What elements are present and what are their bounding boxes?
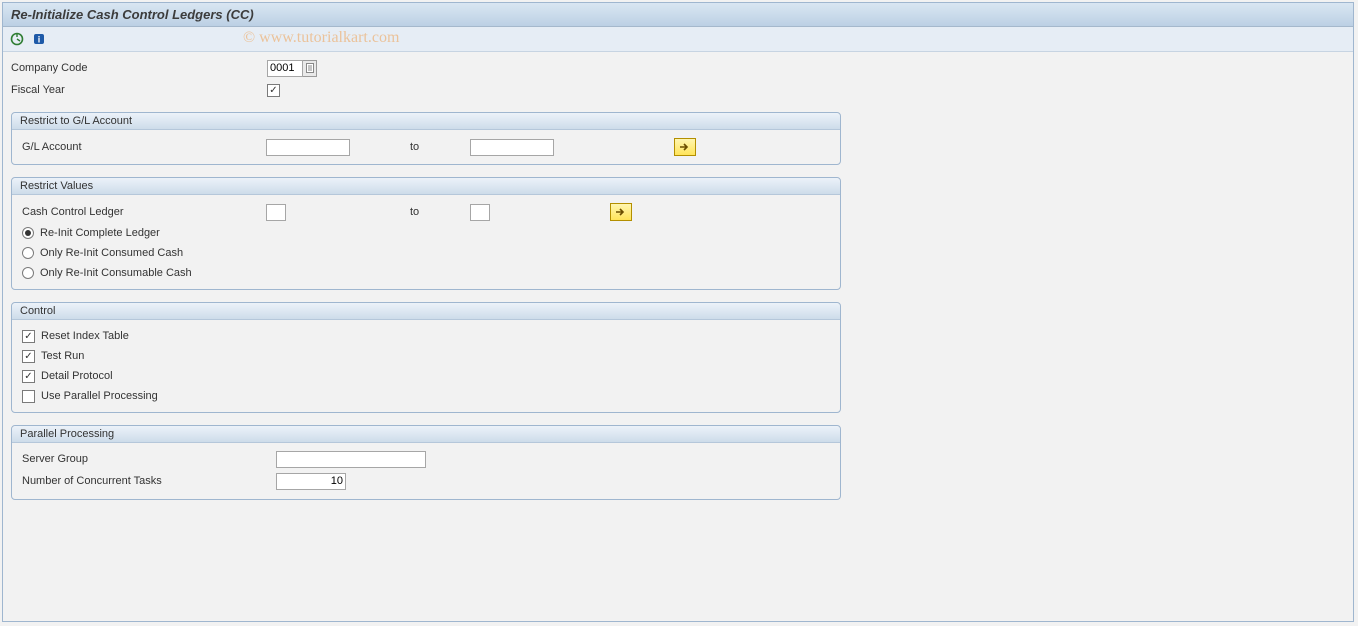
- fiscal-year-row: Fiscal Year ✓: [11, 80, 1345, 100]
- concurrent-tasks-label: Number of Concurrent Tasks: [22, 475, 276, 487]
- company-code-input[interactable]: [267, 60, 303, 77]
- check-label: Detail Protocol: [41, 370, 113, 382]
- page-title: Re-Initialize Cash Control Ledgers (CC): [3, 3, 1353, 27]
- ledger-label: Cash Control Ledger: [22, 206, 266, 218]
- info-icon[interactable]: i: [31, 31, 47, 47]
- gl-account-multiselect-button[interactable]: [674, 138, 696, 156]
- check-detail-protocol[interactable]: ✓ Detail Protocol: [22, 366, 830, 386]
- gl-account-to-input[interactable]: [470, 139, 554, 156]
- radio-label: Re-Init Complete Ledger: [40, 227, 160, 239]
- radio-reinit-complete[interactable]: Re-Init Complete Ledger: [22, 223, 830, 243]
- gl-account-from-input[interactable]: [266, 139, 350, 156]
- watermark: © www.tutorialkart.com: [243, 29, 399, 47]
- radio-icon: [22, 267, 34, 279]
- ledger-to-label: to: [286, 206, 470, 218]
- group-restrict-values: Restrict Values Cash Control Ledger to R…: [11, 177, 841, 290]
- group-parallel: Parallel Processing Server Group Number …: [11, 425, 841, 500]
- group-parallel-title: Parallel Processing: [12, 426, 840, 443]
- check-test-run[interactable]: ✓ Test Run: [22, 346, 830, 366]
- app-window: Re-Initialize Cash Control Ledgers (CC) …: [2, 2, 1354, 622]
- check-label: Use Parallel Processing: [41, 390, 158, 402]
- checkbox-icon: ✓: [22, 370, 35, 383]
- concurrent-tasks-input[interactable]: [276, 473, 346, 490]
- radio-icon: [22, 227, 34, 239]
- group-gl-account: Restrict to G/L Account G/L Account to: [11, 112, 841, 165]
- check-parallel-processing[interactable]: Use Parallel Processing: [22, 386, 830, 406]
- radio-label: Only Re-Init Consumed Cash: [40, 247, 183, 259]
- company-code-row: Company Code: [11, 58, 1345, 78]
- group-values-title: Restrict Values: [12, 178, 840, 195]
- radio-consumed-cash[interactable]: Only Re-Init Consumed Cash: [22, 243, 830, 263]
- check-label: Test Run: [41, 350, 84, 362]
- server-group-input[interactable]: [276, 451, 426, 468]
- checkbox-icon: ✓: [22, 350, 35, 363]
- radio-label: Only Re-Init Consumable Cash: [40, 267, 192, 279]
- toolbar: i © www.tutorialkart.com: [3, 27, 1353, 52]
- radio-icon: [22, 247, 34, 259]
- group-gl-title: Restrict to G/L Account: [12, 113, 840, 130]
- execute-icon[interactable]: [9, 31, 25, 47]
- check-label: Reset Index Table: [41, 330, 129, 342]
- ledger-to-input[interactable]: [470, 204, 490, 221]
- gl-to-label: to: [350, 141, 470, 153]
- ledger-multiselect-button[interactable]: [610, 203, 632, 221]
- check-reset-index[interactable]: ✓ Reset Index Table: [22, 326, 830, 346]
- company-code-label: Company Code: [11, 62, 267, 74]
- radio-consumable-cash[interactable]: Only Re-Init Consumable Cash: [22, 263, 830, 283]
- server-group-label: Server Group: [22, 453, 276, 465]
- checkbox-icon: [22, 390, 35, 403]
- gl-account-label: G/L Account: [22, 141, 266, 153]
- fiscal-year-checkbox[interactable]: ✓: [267, 84, 280, 97]
- svg-text:i: i: [38, 35, 41, 45]
- group-control: Control ✓ Reset Index Table ✓ Test Run ✓…: [11, 302, 841, 413]
- fiscal-year-label: Fiscal Year: [11, 84, 267, 96]
- checkbox-icon: ✓: [22, 330, 35, 343]
- content-area: Company Code Fiscal Year ✓ Restrict to G…: [3, 52, 1353, 506]
- group-control-title: Control: [12, 303, 840, 320]
- ledger-from-input[interactable]: [266, 204, 286, 221]
- company-code-f4-button[interactable]: [303, 60, 317, 77]
